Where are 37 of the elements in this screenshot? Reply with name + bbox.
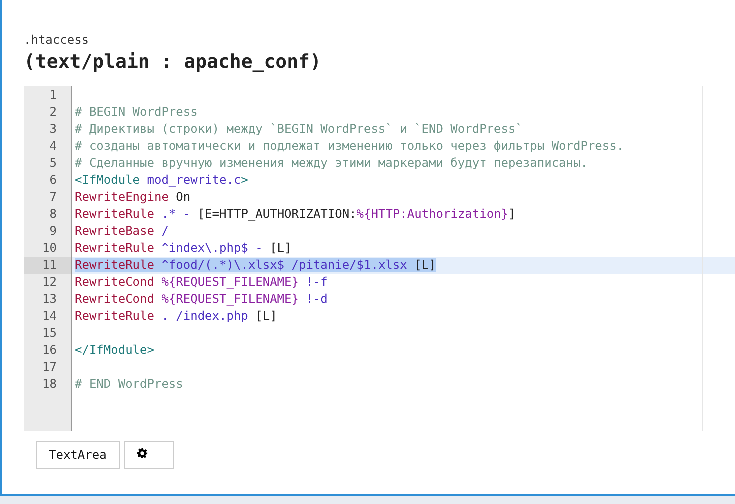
line-number: 18 — [42, 376, 58, 393]
line-number: 2 — [48, 104, 58, 121]
line-number: 15 — [42, 325, 58, 342]
code-line: RewriteEngine On — [75, 190, 191, 204]
line-number: 17 — [42, 359, 58, 376]
line-number: 14 — [42, 308, 58, 325]
code-line: # созданы автоматически и подлежат изменению только через фильтры WordPress. — [75, 139, 624, 153]
line-number: 6 — [48, 172, 58, 189]
code-line: RewriteCond %{REQUEST_FILENAME} !-d — [75, 292, 328, 306]
line-number: 9 — [48, 223, 58, 240]
code-line: # Директивы (строки) между `BEGIN WordPress` и `END WordPress` — [75, 122, 523, 136]
settings-button[interactable] — [124, 441, 174, 469]
code-line: # END WordPress — [75, 377, 184, 391]
code-line: # BEGIN WordPress — [75, 105, 198, 119]
line-number: 4 — [48, 138, 58, 155]
file-type: (text/plain : apache_conf) — [24, 50, 322, 74]
settings-icon — [136, 448, 148, 459]
line-number: 10 — [42, 240, 58, 257]
line-number: 12 — [42, 274, 58, 291]
code-line: RewriteRule . /index.php [L] — [75, 309, 278, 323]
line-number: 5 — [48, 155, 58, 172]
line-number: 7 — [48, 189, 58, 206]
line-number: 16 — [42, 342, 58, 359]
code-line: RewriteCond %{REQUEST_FILENAME} !-f — [75, 275, 328, 289]
code-line: </IfModule> — [75, 343, 154, 357]
line-number: 11 — [24, 257, 71, 274]
code-line: RewriteRule ^index\.php$ - [L] — [75, 241, 292, 255]
code-line: <IfModule mod_rewrite.c> — [75, 173, 248, 187]
line-number: 8 — [48, 206, 58, 223]
code-line: RewriteBase / — [75, 224, 169, 238]
textarea-button[interactable]: TextArea — [36, 441, 120, 469]
code-line: RewriteRule .* - [E=HTTP_AUTHORIZATION:%{HTTP:Authorization}] — [75, 207, 516, 221]
code-line: # Сделанные вручную изменения между этими маркерами будут перезаписаны. — [75, 156, 588, 170]
file-name: .htaccess — [24, 32, 90, 48]
line-number: 1 — [48, 87, 58, 104]
line-number: 3 — [48, 121, 58, 138]
line-number: 13 — [42, 291, 58, 308]
